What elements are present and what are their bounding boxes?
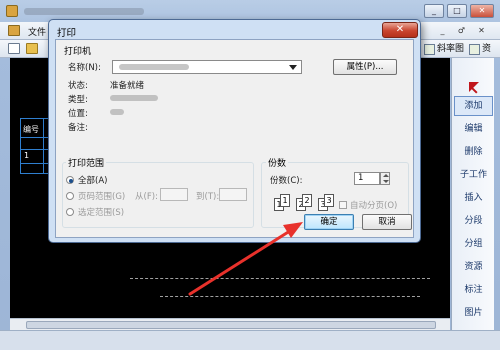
range-all-label: 全部(A): [78, 176, 108, 186]
resource-icon: [469, 44, 480, 55]
table-header-cell: 编号: [23, 125, 39, 134]
app-close-button[interactable]: ✕: [470, 4, 494, 18]
menu-file[interactable]: 文件: [28, 25, 46, 38]
type-value-redacted: [110, 95, 158, 101]
copies-group-label: 份数: [266, 156, 289, 169]
resource-label: 资: [482, 44, 492, 54]
side-item-subtask[interactable]: 子工作: [454, 165, 493, 185]
dashed-guide: [160, 296, 420, 297]
dialog-title: 打印: [57, 28, 77, 39]
app-icon: [6, 5, 18, 17]
side-item-segment[interactable]: 分段: [454, 211, 493, 231]
mdi-minimize-button[interactable]: _: [437, 25, 448, 36]
range-selection-label: 选定范围(S): [78, 208, 125, 218]
chevron-down-icon: [289, 65, 297, 70]
side-item-group[interactable]: 分组: [454, 234, 493, 254]
status-label: 状态:: [68, 81, 88, 91]
range-all-radio[interactable]: [66, 176, 74, 184]
range-to-label: 到(T):: [196, 192, 220, 202]
mdi-close-button[interactable]: ✕: [476, 25, 487, 36]
print-range-label: 打印范围: [66, 156, 107, 169]
copies-label: 份数(C):: [270, 176, 303, 186]
cancel-button[interactable]: 取消: [362, 214, 412, 230]
collate-label: 自动分页(O): [350, 201, 398, 211]
collate-page-icon: 3: [324, 194, 334, 207]
range-pages-radio[interactable]: [66, 192, 74, 200]
status-value: 准备就绪: [110, 81, 145, 91]
table-cell: 1: [24, 151, 30, 160]
ok-button[interactable]: 确定: [304, 214, 354, 230]
range-from-input[interactable]: [160, 188, 188, 201]
collate-page-icon: 2: [302, 194, 312, 207]
printer-name-redacted: [119, 64, 189, 70]
new-file-icon[interactable]: [8, 43, 20, 54]
side-item-annotate[interactable]: 标注: [454, 280, 493, 300]
horizontal-scrollbar[interactable]: [10, 318, 450, 330]
printer-name-select[interactable]: [112, 60, 302, 74]
location-label: 位置:: [68, 109, 88, 119]
resource-button[interactable]: 资: [468, 42, 493, 57]
collate-checkbox[interactable]: [339, 201, 347, 209]
open-folder-icon[interactable]: [26, 43, 38, 54]
range-from-label: 从(F):: [135, 192, 158, 202]
properties-button[interactable]: 属性(P)...: [333, 59, 397, 75]
slope-chart-label: 斜率图: [437, 44, 465, 54]
copies-value: 1: [358, 173, 364, 183]
printer-name-label: 名称(N):: [68, 63, 101, 73]
side-item-insert[interactable]: 插入: [454, 188, 493, 208]
side-item-edit[interactable]: 编辑: [454, 119, 493, 139]
status-bar: [0, 330, 500, 350]
side-item-delete[interactable]: 删除: [454, 142, 493, 162]
side-item-add[interactable]: 添加: [454, 96, 493, 116]
range-pages-label: 页码范围(G): [78, 192, 126, 202]
dashed-guide: [130, 278, 430, 279]
side-toolbox: 添加 编辑 删除 子工作 插入 分段 分组 资源 标注 图片: [451, 58, 494, 330]
comment-label: 备注:: [68, 123, 88, 133]
select-pointer-button[interactable]: [454, 74, 493, 94]
slope-chart-button[interactable]: 斜率图: [423, 42, 466, 57]
mdi-restore-button[interactable]: ♂: [456, 25, 467, 36]
collate-page-icon: 1: [280, 194, 290, 207]
location-value-redacted: [110, 109, 124, 115]
type-label: 类型:: [68, 95, 88, 105]
range-selection-radio[interactable]: [66, 208, 74, 216]
minimize-button[interactable]: _: [424, 4, 444, 18]
dialog-body: 打印机 名称(N): 属性(P)... 状态: 准备就绪 类型: 位置: 备注:…: [55, 39, 414, 238]
stepper-arrows-icon[interactable]: [380, 172, 390, 185]
maximize-button[interactable]: □: [447, 4, 467, 18]
app-title-redacted: [24, 8, 144, 15]
side-item-image[interactable]: 图片: [454, 303, 493, 323]
scrollbar-thumb[interactable]: [26, 321, 436, 329]
slope-chart-icon: [424, 44, 435, 55]
side-item-resource[interactable]: 资源: [454, 257, 493, 277]
dialog-close-button[interactable]: ✕: [382, 22, 418, 38]
copies-stepper[interactable]: 1: [354, 172, 390, 185]
printer-group-label: 打印机: [64, 47, 92, 57]
app-logo-icon: [8, 25, 20, 36]
range-to-input[interactable]: [219, 188, 247, 201]
print-dialog: 打印 ✕ 打印机 名称(N): 属性(P)... 状态: 准备就绪 类型: 位置…: [48, 19, 421, 243]
